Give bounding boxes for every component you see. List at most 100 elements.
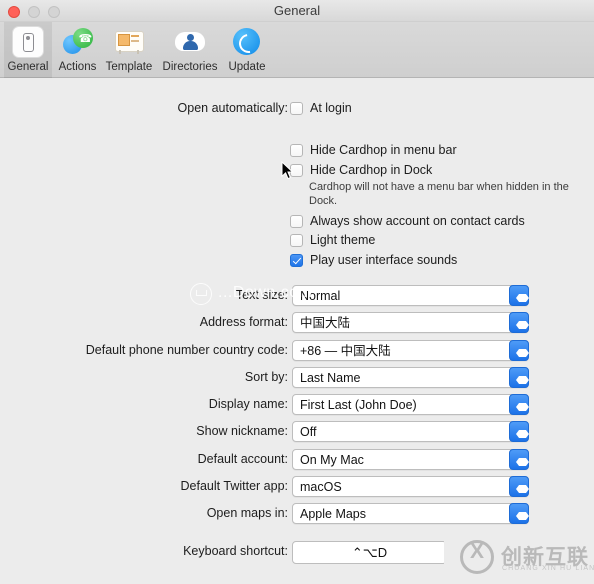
popup-default-account[interactable]: On My Mac bbox=[292, 449, 529, 470]
row-country-code: Default phone number country code: +86 —… bbox=[0, 340, 594, 361]
popup-show-nickname-stepper[interactable] bbox=[509, 421, 529, 442]
template-card-icon bbox=[113, 26, 145, 58]
popup-default-twitter-app[interactable]: macOS bbox=[292, 476, 529, 497]
checkbox-play-sounds-label: Play user interface sounds bbox=[310, 253, 458, 267]
popup-display-name[interactable]: First Last (John Doe) bbox=[292, 394, 529, 415]
tab-directories-label: Directories bbox=[162, 61, 218, 73]
row-default-twitter-app: Default Twitter app: macOS bbox=[0, 476, 594, 497]
row-play-sounds: Play user interface sounds bbox=[0, 250, 594, 270]
popup-sort-by-stepper[interactable] bbox=[509, 367, 529, 388]
checkbox-hide-menu-bar[interactable]: Hide Cardhop in menu bar bbox=[290, 140, 457, 160]
tab-directories[interactable]: Directories bbox=[158, 22, 222, 78]
checkbox-at-login-box[interactable] bbox=[290, 101, 303, 115]
default-twitter-app-label: Default Twitter app: bbox=[180, 479, 288, 493]
address-format-label: Address format: bbox=[199, 315, 288, 329]
checkbox-hide-menu-bar-box[interactable] bbox=[290, 143, 303, 157]
chevron-down-icon bbox=[515, 325, 529, 333]
popup-show-nickname[interactable]: Off bbox=[292, 421, 529, 442]
preferences-window: General General ☎ Actions Template Direc… bbox=[0, 0, 594, 584]
row-hide-dock: Hide Cardhop in Dock bbox=[0, 160, 594, 180]
open-automatically-label: Open automatically: bbox=[177, 101, 288, 115]
popup-default-account-stepper[interactable] bbox=[509, 449, 529, 470]
row-display-name: Display name: First Last (John Doe) bbox=[0, 394, 594, 415]
row-always-show-account: Always show account on contact cards bbox=[0, 211, 594, 231]
tab-template-label: Template bbox=[105, 61, 153, 73]
chevron-up-icon bbox=[515, 426, 529, 434]
chevron-up-icon bbox=[515, 454, 529, 462]
chevron-up-icon bbox=[515, 481, 529, 489]
checkbox-always-show-account-box[interactable] bbox=[290, 214, 303, 228]
checkbox-play-sounds-box[interactable] bbox=[290, 253, 303, 267]
popup-open-maps-in-value: Apple Maps bbox=[300, 507, 367, 521]
title-bar: General bbox=[0, 0, 594, 22]
row-keyboard-shortcut: Keyboard shortcut: ⌃⌥D bbox=[0, 541, 594, 564]
chevron-down-icon bbox=[515, 489, 529, 497]
phone-bubbles-icon: ☎ bbox=[62, 26, 94, 58]
popup-display-name-stepper[interactable] bbox=[509, 394, 529, 415]
checkbox-at-login[interactable]: At login bbox=[290, 98, 352, 118]
chevron-down-icon bbox=[515, 380, 529, 388]
text-size-label: Text size: bbox=[235, 288, 288, 302]
default-account-label: Default account: bbox=[197, 452, 288, 466]
country-code-label: Default phone number country code: bbox=[85, 343, 288, 357]
popup-default-account-value: On My Mac bbox=[300, 453, 364, 467]
checkbox-hide-dock[interactable]: Hide Cardhop in Dock bbox=[290, 160, 432, 180]
chevron-down-icon bbox=[515, 516, 529, 524]
tab-general[interactable]: General bbox=[4, 22, 52, 78]
chevron-up-icon bbox=[515, 345, 529, 353]
checkbox-hide-dock-box[interactable] bbox=[290, 163, 303, 177]
checkbox-play-sounds[interactable]: Play user interface sounds bbox=[290, 250, 457, 270]
popup-text-size[interactable]: Normal bbox=[292, 285, 529, 306]
popup-address-format[interactable]: 中国大陆 bbox=[292, 312, 529, 333]
popup-display-name-value: First Last (John Doe) bbox=[300, 398, 417, 412]
chevron-down-icon bbox=[515, 407, 529, 415]
toolbar: General ☎ Actions Template Directories U… bbox=[0, 22, 594, 78]
popup-sort-by[interactable]: Last Name bbox=[292, 367, 529, 388]
display-name-label: Display name: bbox=[208, 397, 288, 411]
popup-text-size-stepper[interactable] bbox=[509, 285, 529, 306]
chevron-down-icon bbox=[515, 434, 529, 442]
checkbox-light-theme-label: Light theme bbox=[310, 233, 376, 247]
popup-default-twitter-app-stepper[interactable] bbox=[509, 476, 529, 497]
popup-text-size-value: Normal bbox=[300, 289, 341, 303]
checkbox-light-theme[interactable]: Light theme bbox=[290, 230, 375, 250]
checkbox-always-show-account[interactable]: Always show account on contact cards bbox=[290, 211, 525, 231]
chevron-up-icon bbox=[515, 508, 529, 516]
checkbox-light-theme-box[interactable] bbox=[290, 233, 303, 247]
chevron-up-icon bbox=[515, 317, 529, 325]
row-text-size: Text size: Normal bbox=[0, 285, 594, 306]
row-open-maps-in: Open maps in: Apple Maps bbox=[0, 503, 594, 524]
popup-default-twitter-app-value: macOS bbox=[300, 480, 342, 494]
open-maps-in-label: Open maps in: bbox=[206, 506, 288, 520]
popup-address-format-value: 中国大陆 bbox=[300, 316, 351, 330]
row-default-account: Default account: On My Mac bbox=[0, 449, 594, 470]
chevron-up-icon bbox=[515, 399, 529, 407]
hide-dock-help-text: Cardhop will not have a menu bar when hi… bbox=[309, 181, 569, 207]
popup-country-code[interactable]: +86 — 中国大陆 bbox=[292, 340, 529, 361]
popup-sort-by-value: Last Name bbox=[300, 371, 361, 385]
popup-open-maps-in-stepper[interactable] bbox=[509, 503, 529, 524]
popup-country-code-value: +86 — 中国大陆 bbox=[300, 344, 391, 358]
tab-update-label: Update bbox=[228, 61, 266, 73]
window-title: General bbox=[273, 3, 321, 18]
row-open-automatically: Open automatically: At login bbox=[0, 98, 594, 118]
show-nickname-label: Show nickname: bbox=[196, 424, 288, 438]
keyboard-shortcut-field[interactable]: ⌃⌥D bbox=[292, 541, 447, 564]
row-hide-menu-bar: Hide Cardhop in menu bar bbox=[0, 140, 594, 160]
popup-address-format-stepper[interactable] bbox=[509, 312, 529, 333]
tab-update[interactable]: Update bbox=[224, 22, 270, 78]
general-pane: Open automatically: At login Hide Cardho… bbox=[0, 78, 594, 584]
contact-card-icon bbox=[12, 26, 44, 58]
row-sort-by: Sort by: Last Name bbox=[0, 367, 594, 388]
chevron-up-icon bbox=[515, 290, 529, 298]
tab-actions-label: Actions bbox=[58, 61, 97, 73]
chevron-down-icon bbox=[515, 353, 529, 361]
popup-country-code-stepper[interactable] bbox=[509, 340, 529, 361]
tab-actions[interactable]: ☎ Actions bbox=[55, 22, 100, 78]
checkbox-hide-menu-bar-label: Hide Cardhop in menu bar bbox=[310, 143, 457, 157]
row-show-nickname: Show nickname: Off bbox=[0, 421, 594, 442]
popup-open-maps-in[interactable]: Apple Maps bbox=[292, 503, 529, 524]
row-light-theme: Light theme bbox=[0, 230, 594, 250]
popup-show-nickname-value: Off bbox=[300, 425, 317, 439]
tab-template[interactable]: Template bbox=[102, 22, 156, 78]
